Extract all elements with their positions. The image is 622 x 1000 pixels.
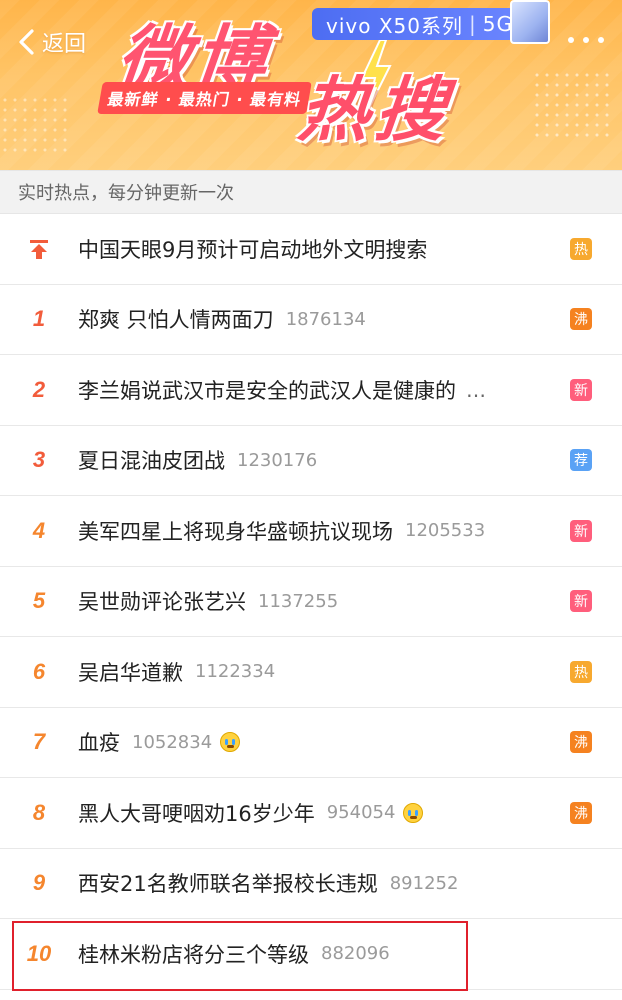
banner-dots-left: [0, 95, 70, 155]
search-count: 1052834: [132, 731, 213, 753]
crying-emoji-icon: [220, 732, 241, 753]
topic-badge: 热: [570, 237, 592, 260]
emoji-mouth: [227, 745, 235, 749]
hot-topic-title: 郑爽 只怕人情两面刀: [78, 308, 274, 333]
crying-emoji-icon: [403, 802, 424, 823]
hot-search-banner: 返回 微博 热搜 最新鲜 · 最热门 · 最有料 vivo X50系列 | 5G: [0, 0, 622, 170]
rank-number: 6: [32, 658, 46, 684]
search-count: 1137255: [258, 590, 339, 612]
topic-badge: 沸: [570, 801, 592, 824]
hot-topic-title: 美军四星上将现身华盛顿抗议现场: [78, 519, 393, 544]
topic-badge: 热: [570, 660, 592, 683]
rank-number: 2: [32, 376, 46, 402]
topic-badge: 沸: [570, 731, 592, 754]
pinned-top-icon: [0, 238, 78, 260]
topic-badge: 荐: [570, 449, 592, 472]
hot-list-item[interactable]: 6 吴启华道歉 1122334 热: [0, 637, 622, 708]
hot-topic-title: 西安21名教师联名举报校长违规: [78, 872, 378, 897]
hot-topic-title: 血疫: [78, 731, 120, 756]
search-count: 1205533: [405, 520, 486, 542]
emoji-mouth: [410, 815, 418, 819]
search-count: 1876134: [285, 308, 366, 330]
subheader-text: 实时热点，每分钟更新一次: [18, 183, 234, 204]
hot-topic-title: 吴世勋评论张艺兴: [78, 590, 246, 615]
rank-number: 10: [26, 940, 52, 966]
chevron-left-icon: [19, 29, 34, 55]
hot-topic-title: 黑人大哥哽咽劝16岁少年: [78, 801, 315, 826]
ad-separator: |: [468, 12, 477, 36]
rank-number: 3: [32, 447, 46, 473]
back-label: 返回: [42, 32, 87, 57]
topic-badge: 沸: [570, 308, 592, 331]
search-count: 1230176: [237, 449, 318, 471]
search-count: 882096: [321, 943, 390, 965]
hot-search-list: 中国天眼9月预计可启动地外文明搜索热 1 郑爽 只怕人情两面刀 1876134 沸 2 李兰…: [0, 214, 622, 990]
hot-list-item[interactable]: 5 吴世勋评论张艺兴 1137255 新: [0, 567, 622, 637]
hot-list-item[interactable]: 4 美军四星上将现身华盛顿抗议现场 1205533 新: [0, 496, 622, 567]
hot-list-item[interactable]: 中国天眼9月预计可启动地外文明搜索 热: [0, 214, 622, 285]
back-button[interactable]: 返回: [14, 24, 86, 60]
hot-topic-title: 夏日混油皮团战: [78, 449, 225, 474]
vivo-ad-tag[interactable]: vivo X50系列 | 5G: [312, 8, 527, 40]
hot-list-item[interactable]: 3 夏日混油皮团战 1230176 荐: [0, 426, 622, 496]
hot-list-item[interactable]: 7 血疫 1052834 沸: [0, 708, 622, 778]
topic-badge: 新: [570, 590, 592, 613]
phone-image: [510, 0, 550, 44]
ad-5g: 5G: [482, 12, 513, 36]
hot-list-item[interactable]: 2 李兰娟说武汉市是安全的武汉人是健康的 … 新: [0, 355, 622, 426]
rank-number: 7: [32, 729, 46, 755]
hot-topic-title: 李兰娟说武汉市是安全的武汉人是健康的: [78, 378, 456, 403]
realtime-hot-subheader: 实时热点，每分钟更新一次: [0, 170, 622, 214]
hot-topic-title: 吴启华道歉: [78, 660, 183, 685]
more-dot: [568, 37, 574, 43]
hot-topic-title: 桂林米粉店将分三个等级: [78, 942, 309, 967]
search-count: 1122334: [195, 661, 276, 683]
hot-topic-title: 中国天眼9月预计可启动地外文明搜索: [78, 237, 428, 262]
more-dot: [583, 37, 589, 43]
rank-number: 9: [32, 870, 46, 896]
hot-list-item[interactable]: 1 郑爽 只怕人情两面刀 1876134 沸: [0, 285, 622, 355]
title-ellipsis: …: [466, 377, 487, 402]
logo-text-resou: 热搜: [295, 69, 456, 151]
search-count: 891252: [389, 872, 459, 894]
rank-number: 1: [32, 306, 46, 332]
rank-number: 8: [32, 799, 46, 825]
banner-dots-right: [532, 70, 612, 140]
more-options-button[interactable]: [568, 30, 604, 50]
rank-number: 5: [32, 588, 46, 614]
topic-badge: 新: [570, 519, 592, 542]
hot-list-item[interactable]: 10 桂林米粉店将分三个等级 882096: [0, 919, 622, 990]
ad-brand: vivo X50系列: [326, 13, 463, 38]
topic-badge: 新: [570, 378, 592, 401]
more-dot: [598, 37, 604, 43]
hot-list-item[interactable]: 8 黑人大哥哽咽劝16岁少年 954054 沸: [0, 778, 622, 849]
hot-list-item[interactable]: 9 西安21名教师联名举报校长违规 891252: [0, 849, 622, 919]
slogan: 最新鲜 · 最热门 · 最有料: [97, 82, 313, 114]
rank-number: 4: [32, 517, 46, 543]
search-count: 954054: [326, 802, 396, 824]
